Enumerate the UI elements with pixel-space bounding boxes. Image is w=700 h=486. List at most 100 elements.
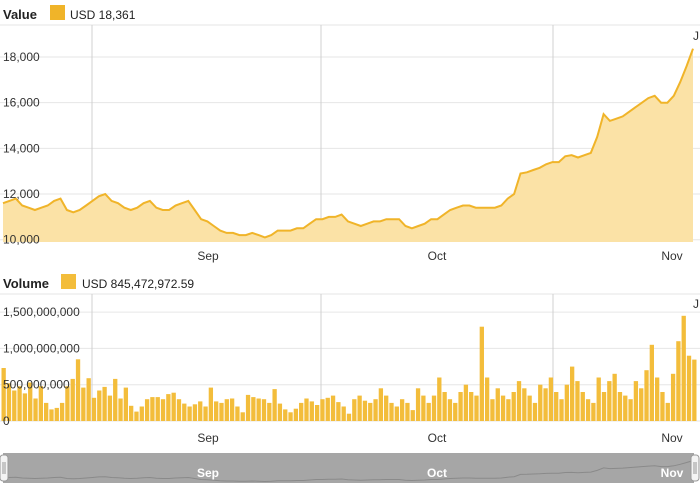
volume-bar xyxy=(559,399,564,421)
value-legend-title: Value xyxy=(3,7,37,22)
volume-bar xyxy=(495,388,500,421)
volume-bar xyxy=(692,359,697,421)
value-x-tick-label: Sep xyxy=(197,249,219,263)
volume-bar xyxy=(585,399,591,421)
volume-bar xyxy=(463,384,469,421)
volume-bar xyxy=(320,399,325,421)
navigator-selection[interactable] xyxy=(3,453,694,483)
volume-bar xyxy=(91,397,97,421)
navigator[interactable]: Sep Oct Nov xyxy=(0,452,700,486)
volume-bar xyxy=(235,406,240,421)
value-panel[interactable]: 10,000 12,000 14,000 16,000 18,000 Sep Oct Nov… xyxy=(0,24,700,263)
value-x-tick-label: Oct xyxy=(428,249,447,263)
volume-bar xyxy=(59,402,65,421)
volume-bar xyxy=(267,402,272,421)
volume-bar xyxy=(208,387,214,421)
volume-bar xyxy=(134,411,139,421)
volume-bar xyxy=(166,394,171,421)
volume-bar xyxy=(660,392,665,421)
volume-bar xyxy=(639,388,644,421)
navigator-right-handle[interactable] xyxy=(690,454,700,482)
volume-bar xyxy=(341,406,346,421)
volume-bar xyxy=(607,381,612,421)
volume-bar xyxy=(670,373,676,421)
volume-bar xyxy=(155,397,160,421)
volume-bar xyxy=(612,373,617,421)
volume-bar xyxy=(54,407,59,421)
volume-bar xyxy=(139,406,144,421)
value-y-tick-label: 12,000 xyxy=(3,187,40,201)
volume-bar xyxy=(453,402,458,421)
volume-bar xyxy=(299,402,304,421)
volume-bar xyxy=(644,370,649,421)
volume-bar xyxy=(182,403,187,421)
volume-bar xyxy=(516,381,522,421)
value-x-axis: Sep Oct Nov xyxy=(197,249,682,263)
volume-bar xyxy=(144,399,150,421)
value-legend[interactable]: Value USD 18,361 xyxy=(3,5,136,22)
volume-bar xyxy=(378,388,384,421)
volume-bar xyxy=(304,398,309,421)
volume-bar xyxy=(357,395,362,421)
volume-bar xyxy=(564,384,569,421)
volume-bar xyxy=(431,395,437,421)
volume-bar xyxy=(447,399,453,421)
volume-bar xyxy=(628,399,633,421)
volume-bar xyxy=(102,386,107,421)
volume-bar xyxy=(421,395,426,421)
value-legend-swatch xyxy=(50,5,65,20)
volume-bar xyxy=(107,395,113,421)
volume-bar xyxy=(70,378,75,421)
volume-bar xyxy=(426,402,431,421)
volume-x-tick-label: Sep xyxy=(197,431,219,445)
volume-bar xyxy=(224,399,229,421)
volume-bar xyxy=(325,397,330,421)
volume-bar xyxy=(219,402,224,421)
value-legend-label: USD 18,361 xyxy=(70,8,136,22)
volume-legend[interactable]: Volume USD 845,472,972.59 xyxy=(3,274,194,291)
volume-bar xyxy=(389,402,394,421)
volume-bar xyxy=(229,398,235,421)
volume-bar xyxy=(596,377,601,421)
volume-bar xyxy=(118,398,123,421)
volume-bar xyxy=(288,412,293,421)
volume-bar xyxy=(44,402,49,421)
value-edge-label: J xyxy=(693,29,699,43)
volume-bar xyxy=(617,392,623,421)
volume-bar xyxy=(336,402,341,421)
volume-bar xyxy=(569,366,575,421)
volume-bar xyxy=(633,381,639,421)
volume-bar xyxy=(203,406,208,421)
volume-bar xyxy=(665,402,670,421)
volume-bar xyxy=(352,399,357,421)
volume-bar xyxy=(469,392,474,421)
volume-x-tick-label: Oct xyxy=(428,431,447,445)
volume-bar xyxy=(554,392,559,421)
volume-legend-swatch xyxy=(61,274,76,289)
volume-bar xyxy=(86,378,91,421)
volume-bar xyxy=(500,395,506,421)
volume-bar xyxy=(187,406,192,421)
volume-bar xyxy=(437,377,442,421)
volume-legend-label: USD 845,472,972.59 xyxy=(82,277,194,291)
volume-panel[interactable]: 0 500,000,000 1,000,000,000 1,500,000,000 S… xyxy=(0,293,700,445)
volume-bar xyxy=(171,392,176,421)
volume-bar xyxy=(591,402,596,421)
volume-bar xyxy=(479,326,484,421)
volume-bar xyxy=(676,341,681,421)
volume-bar xyxy=(346,413,352,421)
navigator-left-handle[interactable] xyxy=(0,454,9,482)
volume-bar xyxy=(113,378,118,421)
volume-bar xyxy=(681,315,686,421)
volume-bar xyxy=(49,409,54,421)
volume-bar xyxy=(649,344,654,421)
volume-bar xyxy=(575,381,580,421)
volume-bar xyxy=(97,390,102,421)
volume-bar xyxy=(12,390,17,421)
volume-bar xyxy=(474,395,479,421)
value-y-tick-label: 16,000 xyxy=(3,96,40,110)
volume-bar xyxy=(368,402,373,421)
value-y-tick-label: 14,000 xyxy=(3,141,40,155)
volume-bar xyxy=(240,412,245,421)
volume-bar xyxy=(458,392,463,421)
